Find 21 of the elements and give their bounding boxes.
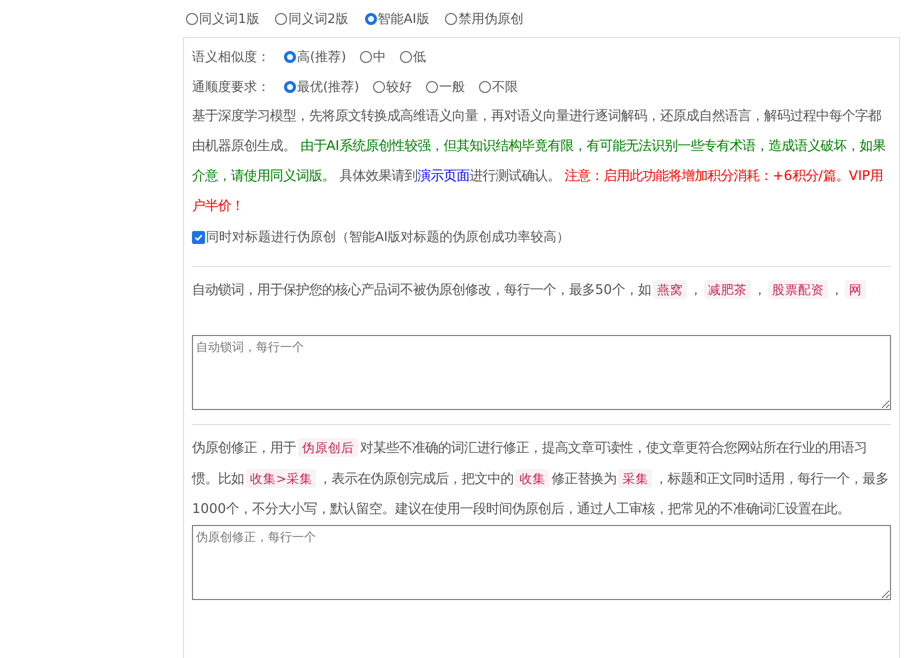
lock-words-description: 自动锁词，用于保护您的核心产品词不被伪原创修改，每行一个，最多50个，如 燕窝 ， 减肥茶 ， 股票配资 ， 网: [192, 275, 891, 335]
lock-words-field[interactable]: 自动锁词，每行一个: [192, 335, 891, 410]
mode-radio[interactable]: 智能AI版: [364, 10, 430, 28]
similarity-radio[interactable]: 高(推荐): [284, 48, 346, 66]
fluency-radio[interactable]: 最优(推荐): [284, 78, 360, 96]
mode-radio[interactable]: 同义词1版: [186, 10, 260, 28]
mode-radio[interactable]: 禁用伪原创: [445, 10, 524, 28]
similarity-radio[interactable]: 中: [360, 48, 386, 66]
demo-page-link[interactable]: 演示页面: [417, 169, 470, 184]
fluency-radio[interactable]: 较好: [373, 78, 412, 96]
check-icon: [194, 232, 203, 242]
correction-field[interactable]: 伪原创修正，每行一个: [192, 525, 891, 600]
title-checkbox[interactable]: 同时对标题进行伪原创（智能AI版对标题的伪原创成功率较高）: [192, 228, 570, 246]
fluency-radio[interactable]: 不限: [479, 78, 518, 96]
mode-radio[interactable]: 同义词2版: [275, 10, 349, 28]
similarity-label: 语义相似度：: [192, 49, 270, 66]
fluency-radio[interactable]: 一般: [426, 78, 466, 96]
correction-description: 伪原创修正，用于 伪原创后 对某些不准确的词汇进行修正，提高文章可读性，使文章更符合您网站所在行业的用语习惯。比如 收集>采集 ，表示在伪原创完成后，把文中的 收集 修正替换为 采集 ，标题和正文同时适用，每行一个，最多1000个，不分大小写，默认留空。建议在使用一段时间伪原创后，通过人工审核，把常见的不准确词汇设置在此。: [192, 437, 890, 519]
ai-description: 基于深度学习模型，先将原文转换成高维语义向量，再对语义向量进行逐词解码，还原成自然语言，解码过程中每个字都由机器原创生成。 由于AI系统原创性较强，但其知识结构毕竟有限，有可能无法识别一些专有术语，造成语义破坏，如果介意，请使用同义词版。 具体效果请到演示页面进行测试确认。 注意：启用此功能将增加积分消耗：+6积分/篇。VIP用户半价！: [192, 108, 886, 216]
fluency-label: 通顺度要求：: [192, 79, 270, 96]
similarity-radio[interactable]: 低: [400, 48, 426, 66]
